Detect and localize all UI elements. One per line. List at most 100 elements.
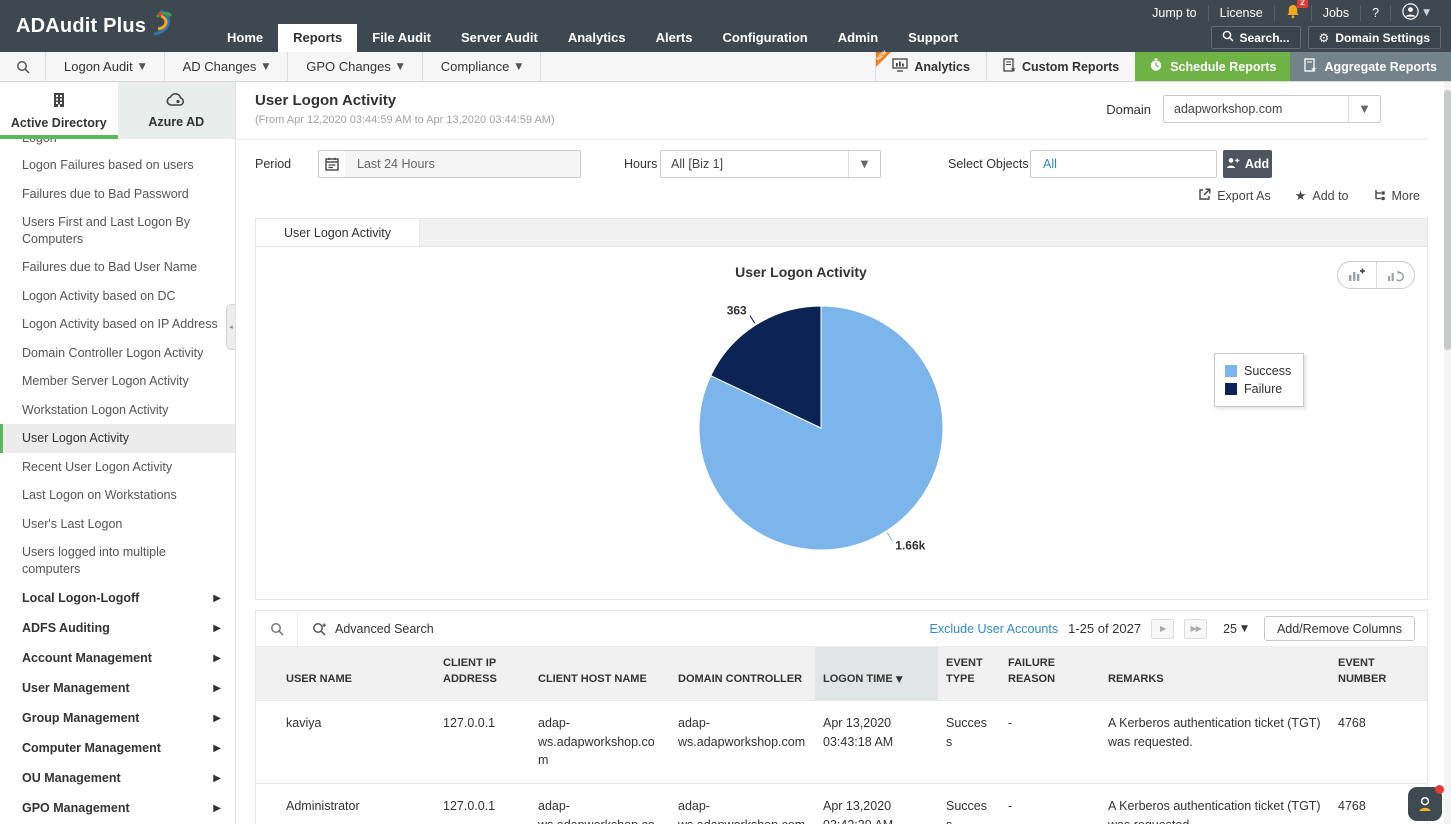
sidebar-item-users-first-and-last-logon-by-computers[interactable]: Users First and Last Logon By Computers — [0, 208, 235, 253]
column-header-client-ip-address[interactable]: CLIENT IP ADDRESS — [435, 647, 530, 700]
jump-to-link[interactable]: Jump to — [1141, 5, 1207, 21]
support-chat-button[interactable] — [1408, 787, 1442, 821]
column-header-domain-controller[interactable]: DOMAIN CONTROLLER — [670, 647, 815, 700]
chevron-right-icon: ▶ — [213, 623, 221, 634]
legend-item-success[interactable]: Success — [1225, 362, 1291, 380]
advanced-search-button[interactable]: Advanced Search — [298, 622, 448, 636]
tab-active-directory[interactable]: Active Directory — [0, 82, 118, 139]
column-header-event-number[interactable]: EVENT NUMBER — [1330, 647, 1427, 700]
more-tree-icon — [1373, 188, 1386, 204]
user-avatar-icon — [1402, 3, 1419, 23]
nav-item-reports[interactable]: Reports — [278, 24, 357, 52]
tab-azure-ad[interactable]: Azure AD — [118, 82, 236, 139]
nav-item-support[interactable]: Support — [893, 24, 973, 52]
sidebar-clipped-item[interactable]: Logon — [0, 139, 235, 151]
sidebar-category-local-logon-logoff[interactable]: Local Logon-Logoff▶ — [0, 583, 235, 613]
sidebar-item-failures-due-to-bad-password[interactable]: Failures due to Bad Password — [0, 180, 235, 209]
menu-logon-audit[interactable]: Logon Audit▼ — [46, 52, 165, 81]
column-header-client-host-name[interactable]: CLIENT HOST NAME — [530, 647, 670, 700]
nav-item-analytics[interactable]: Analytics — [553, 24, 641, 52]
sidebar-item-user-logon-activity[interactable]: User Logon Activity — [0, 424, 235, 453]
pie-chart[interactable]: 1.66k363 — [621, 275, 1021, 581]
sidebar-item-logon-activity-based-on-dc[interactable]: Logon Activity based on DC — [0, 282, 235, 311]
custom-reports-button[interactable]: ★ Custom Reports — [986, 52, 1135, 81]
nav-item-alerts[interactable]: Alerts — [641, 24, 708, 52]
sidebar-category-group-management[interactable]: Group Management▶ — [0, 703, 235, 733]
notifications-button[interactable]: 2 — [1274, 5, 1311, 21]
domain-settings-button[interactable]: ⚙ Domain Settings — [1308, 26, 1441, 49]
hours-select[interactable]: All [Biz 1] ▼ — [660, 150, 881, 178]
search-icon — [16, 60, 30, 74]
sidebar-category-user-management[interactable]: User Management▶ — [0, 673, 235, 703]
calendar-icon — [325, 157, 339, 171]
select-objects-label: Select Objects — [948, 157, 1029, 171]
menu-compliance[interactable]: Compliance▼ — [423, 52, 542, 81]
sidebar-item-user-s-last-logon[interactable]: User's Last Logon — [0, 510, 235, 539]
table-search-button[interactable] — [256, 611, 298, 646]
add-objects-button[interactable]: Add — [1223, 150, 1272, 178]
more-button[interactable]: More — [1373, 188, 1420, 204]
sidebar-report-list: Logon Failures based on usersFailures du… — [0, 151, 235, 583]
sidebar-category-adfs-auditing[interactable]: ADFS Auditing▶ — [0, 613, 235, 643]
sidebar-item-recent-user-logon-activity[interactable]: Recent User Logon Activity — [0, 453, 235, 482]
license-link[interactable]: License — [1208, 5, 1274, 21]
toolbar-search-button[interactable] — [0, 52, 46, 81]
nav-item-admin[interactable]: Admin — [823, 24, 893, 52]
nav-item-file-audit[interactable]: File Audit — [357, 24, 446, 52]
sidebar-item-users-logged-into-multiple-computers[interactable]: Users logged into multiple computers — [0, 538, 235, 583]
analytics-button[interactable]: NEW Analytics — [875, 52, 986, 81]
nav-item-server-audit[interactable]: Server Audit — [446, 24, 553, 52]
sidebar-item-domain-controller-logon-activity[interactable]: Domain Controller Logon Activity — [0, 339, 235, 368]
legend-item-failure[interactable]: Failure — [1225, 380, 1291, 398]
chart-legend: SuccessFailure — [1214, 353, 1304, 407]
schedule-reports-button[interactable]: Schedule Reports — [1135, 52, 1290, 81]
page-scrollbar[interactable] — [1444, 82, 1451, 824]
page-size-select[interactable]: 25 ▼ — [1217, 622, 1254, 636]
cell-logon-time: Apr 13,2020 03:43:18 AM — [815, 700, 938, 783]
sidebar-item-failures-due-to-bad-user-name[interactable]: Failures due to Bad User Name — [0, 253, 235, 282]
aggregate-reports-button[interactable]: ★ Aggregate Reports — [1290, 52, 1451, 81]
calendar-button[interactable] — [318, 150, 346, 178]
table-row: kaviya127.0.0.1adap-ws.adapworkshop.coma… — [256, 700, 1427, 783]
chart-add-icon[interactable] — [1338, 262, 1376, 288]
help-button[interactable]: ? — [1360, 5, 1390, 21]
period-input[interactable]: Last 24 Hours — [345, 150, 581, 178]
cell-user-name: kaviya — [256, 700, 435, 783]
sidebar-category-gpo-management[interactable]: GPO Management▶ — [0, 793, 235, 823]
column-header-user-name[interactable]: USER NAME — [256, 647, 435, 700]
sidebar-item-logon-activity-based-on-ip-address[interactable]: Logon Activity based on IP Address — [0, 310, 235, 339]
sidebar-category-account-management[interactable]: Account Management▶ — [0, 643, 235, 673]
menu-ad-changes[interactable]: AD Changes▼ — [165, 52, 289, 81]
sidebar-item-member-server-logon-activity[interactable]: Member Server Logon Activity — [0, 367, 235, 396]
scrollbar-thumb[interactable] — [1444, 90, 1451, 350]
sidebar-item-logon-failures-based-on-users[interactable]: Logon Failures based on users — [0, 151, 235, 180]
sidebar-item-workstation-logon-activity[interactable]: Workstation Logon Activity — [0, 396, 235, 425]
account-menu[interactable]: ▼ — [1390, 5, 1441, 21]
chart-refresh-icon[interactable] — [1376, 262, 1414, 288]
column-header-logon-time[interactable]: LOGON TIME ▼ — [815, 647, 938, 700]
cell-domain-controller: adap-ws.adapworkshop.com — [670, 784, 815, 824]
sidebar-item-last-logon-on-workstations[interactable]: Last Logon on Workstations — [0, 481, 235, 510]
sidebar-scroll-handle[interactable]: ◂ — [226, 304, 235, 350]
menu-gpo-changes[interactable]: GPO Changes▼ — [288, 52, 422, 81]
column-header-failure-reason[interactable]: FAILURE REASON — [1000, 647, 1100, 700]
exclude-user-accounts-link[interactable]: Exclude User Accounts — [930, 622, 1059, 636]
domain-select[interactable]: adapworkshop.com ▼ — [1163, 95, 1381, 123]
last-page-button[interactable]: ▶▶ — [1184, 619, 1207, 639]
add-to-favorites-button[interactable]: ★ Add to — [1295, 189, 1349, 204]
select-objects-input[interactable]: All — [1030, 150, 1217, 178]
tab-user-logon-activity[interactable]: User Logon Activity — [256, 219, 420, 247]
advanced-search-icon — [312, 622, 327, 636]
global-search-button[interactable]: Search... — [1211, 26, 1301, 49]
nav-item-home[interactable]: Home — [212, 24, 278, 52]
column-header-event-type[interactable]: EVENT TYPE — [938, 647, 1000, 700]
nav-item-configuration[interactable]: Configuration — [708, 24, 823, 52]
jobs-link[interactable]: Jobs — [1311, 5, 1360, 21]
add-remove-columns-button[interactable]: Add/Remove Columns — [1264, 616, 1415, 641]
export-as-button[interactable]: Export As — [1198, 188, 1271, 204]
column-header-remarks[interactable]: REMARKS — [1100, 647, 1330, 700]
next-page-button[interactable]: ▶ — [1151, 619, 1174, 639]
sidebar-category-ou-management[interactable]: OU Management▶ — [0, 763, 235, 793]
sidebar: Active Directory Azure AD Logon Logon Fa… — [0, 82, 236, 824]
sidebar-category-computer-management[interactable]: Computer Management▶ — [0, 733, 235, 763]
